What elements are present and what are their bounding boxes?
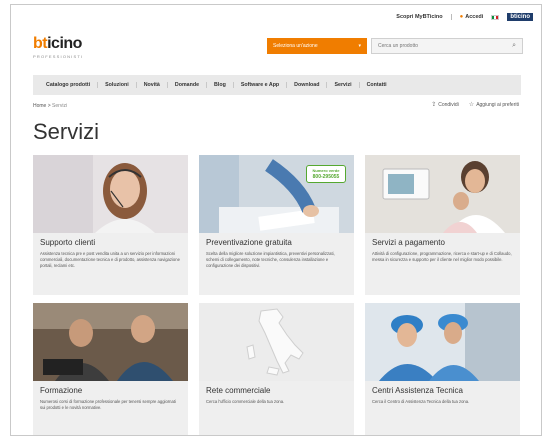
chevron-down-icon: ▾ [358, 43, 361, 49]
top-links: Scopri MyBTicino ● Accedi bticino [396, 13, 533, 21]
card-description: Attività di configurazione, programmazio… [372, 251, 512, 262]
nav-item-blog[interactable]: Blog [207, 82, 234, 88]
card-description: Numerosi corsi di formazione professiona… [40, 399, 176, 410]
card-preventivazione[interactable]: Numero verde 800-295055 Preventivazione … [199, 155, 354, 295]
page-title: Servizi [33, 119, 100, 144]
action-select[interactable]: Seleziona un'azione ▾ [267, 38, 367, 54]
badge-number: 800-295055 [312, 174, 340, 180]
nav-item-software[interactable]: Software e App [234, 82, 288, 88]
page-actions: ⇪ Condividi ☆ Aggiungi ai preferiti [431, 101, 519, 108]
card-image: Numero verde 800-295055 [199, 155, 354, 233]
card-image [33, 303, 188, 381]
card-description: Cerca il Centro di Assistenza Tecnica de… [372, 399, 470, 404]
card-servizi-pagamento[interactable]: Servizi a pagamento Attività di configur… [365, 155, 520, 295]
training-class-image [33, 303, 188, 381]
logo-tagline: PROFESSIONISTI [33, 54, 84, 59]
badge-label: Numero verde [312, 168, 340, 173]
nav-item-novita[interactable]: Novità [137, 82, 168, 88]
breadcrumb-current: Servizi [52, 103, 68, 109]
user-icon: ● [459, 14, 464, 20]
main-nav: Catalogo prodotti Soluzioni Novità Doman… [33, 75, 521, 95]
header: bticino PROFESSIONISTI Seleziona un'azio… [33, 35, 523, 67]
action-select-label: Seleziona un'azione [273, 43, 318, 49]
card-description: Cerca l'ufficio commerciale della tua zo… [206, 399, 285, 404]
favorites-button[interactable]: ☆ Aggiungi ai preferiti [469, 101, 519, 108]
card-title: Supporto clienti [40, 238, 96, 247]
star-icon: ☆ [468, 102, 475, 108]
scopri-link[interactable]: Scopri MyBTicino [396, 14, 442, 20]
family-home-image [365, 155, 520, 233]
favorites-label: Aggiungi ai preferiti [476, 102, 519, 108]
card-image [33, 155, 188, 233]
card-image [199, 303, 354, 381]
support-agent-image [33, 155, 188, 233]
card-rete-commerciale[interactable]: Rete commerciale Cerca l'ufficio commerc… [199, 303, 354, 435]
login-label: Accedi [465, 14, 484, 20]
card-description: Assistenza tecnica pre e post vendita un… [40, 251, 180, 268]
card-title: Rete commerciale [206, 386, 271, 395]
technicians-image [365, 303, 520, 381]
browser-frame: Scopri MyBTicino ● Accedi bticino bticin… [10, 4, 542, 436]
login-link[interactable]: ● Accedi [460, 14, 484, 20]
card-supporto-clienti[interactable]: Supporto clienti Assistenza tecnica pre … [33, 155, 188, 295]
card-formazione[interactable]: Formazione Numerosi corsi di formazione … [33, 303, 188, 435]
card-title: Formazione [40, 386, 83, 395]
card-image [365, 155, 520, 233]
card-centri-assistenza[interactable]: Centri Assistenza Tecnica Cerca il Centr… [365, 303, 520, 435]
card-description: Scelta della migliore soluzione impianti… [206, 251, 335, 268]
divider [450, 14, 452, 20]
card-image [365, 303, 520, 381]
bticino-logo[interactable]: bticino PROFESSIONISTI [33, 35, 83, 59]
share-label: Condividi [438, 102, 459, 108]
card-title: Servizi a pagamento [372, 238, 445, 247]
services-grid: Supporto clienti Assistenza tecnica pre … [33, 155, 521, 435]
nav-item-contatti[interactable]: Contatti [360, 82, 394, 88]
nav-item-servizi[interactable]: Servizi [327, 82, 360, 88]
nav-item-soluzioni[interactable]: Soluzioni [98, 82, 137, 88]
nav-item-download[interactable]: Download [287, 82, 328, 88]
search-input[interactable] [378, 43, 498, 49]
logo-brand-rest: icino [47, 35, 82, 52]
breadcrumb-home[interactable]: Home [33, 103, 46, 109]
share-button[interactable]: ⇪ Condividi [431, 101, 459, 108]
nav-item-catalogo[interactable]: Catalogo prodotti [39, 82, 99, 88]
nav-item-domande[interactable]: Domande [168, 82, 208, 88]
search-icon[interactable]: ⌕ [512, 42, 516, 50]
breadcrumb: Home > Servizi [33, 103, 68, 109]
logo-brand-prefix: bt [33, 35, 48, 52]
card-title: Preventivazione gratuita [206, 238, 292, 247]
italy-map-image [199, 303, 354, 381]
search-box[interactable]: ⌕ [371, 38, 523, 54]
share-icon: ⇪ [431, 102, 437, 108]
italy-flag-icon[interactable] [491, 14, 500, 20]
card-title: Centri Assistenza Tecnica [372, 386, 464, 395]
bticino-mini-logo[interactable]: bticino [507, 13, 533, 21]
toll-free-badge: Numero verde 800-295055 [306, 165, 346, 183]
